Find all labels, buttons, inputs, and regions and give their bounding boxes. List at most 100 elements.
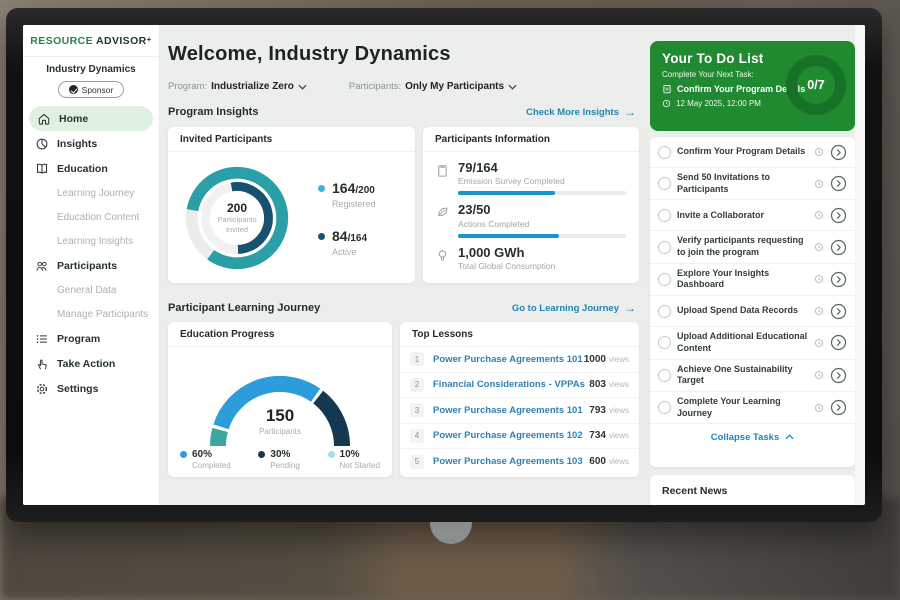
checkbox-icon[interactable] [658, 241, 671, 254]
invited-participants-donut: 200 Participants Invited [178, 159, 296, 277]
clipboard-icon [435, 163, 450, 178]
sidebar-item-participants[interactable]: Participants [23, 253, 159, 278]
sidebar-item-learning-insights[interactable]: Learning Insights [23, 229, 159, 253]
participants-icon [35, 259, 49, 273]
organization-name: Industry Dynamics [23, 64, 159, 75]
sidebar-item-take-action[interactable]: Take Action [23, 351, 159, 376]
stat-actions-completed: 23/50 Actions Completed [435, 203, 627, 237]
todo-list: Confirm Your Program Details Send 50 Inv… [650, 137, 855, 450]
chevron-right-icon[interactable] [830, 303, 847, 320]
lesson-link[interactable]: Power Purchase Agreements 102 [433, 430, 589, 441]
gauge-center-label: Participants [190, 427, 370, 436]
lesson-rank: 2 [410, 378, 424, 392]
clock-icon [814, 147, 824, 157]
chevron-right-icon[interactable] [830, 399, 847, 416]
program-insights-header: Program Insights Check More Insights → [168, 105, 636, 119]
donut-legend: 164/200 Registered 84/164 Active [318, 181, 376, 257]
chevron-right-icon[interactable] [830, 207, 847, 224]
chevron-up-icon [785, 434, 794, 440]
todo-item[interactable]: Upload Spend Data Records [650, 296, 855, 327]
scroll-area[interactable] [855, 25, 865, 505]
learning-journey-header: Participant Learning Journey Go to Learn… [168, 301, 636, 315]
lesson-row: 5 Power Purchase Agreements 103 600 view… [400, 449, 639, 475]
lesson-rank: 1 [410, 352, 424, 366]
hand-pointer-icon [35, 357, 49, 371]
todo-item[interactable]: Complete Your Learning Journey [650, 392, 855, 424]
participants-select[interactable]: Participants: Only My Participants [349, 81, 517, 92]
lesson-link[interactable]: Financial Considerations - VPPAs [433, 379, 589, 390]
collapse-tasks-link[interactable]: Collapse Tasks [650, 424, 855, 450]
todo-item[interactable]: Confirm Your Program Details [650, 137, 855, 168]
todo-item[interactable]: Explore Your Insights Dashboard [650, 264, 855, 296]
go-to-learning-journey-link[interactable]: Go to Learning Journey → [512, 301, 636, 315]
lesson-rank: 4 [410, 429, 424, 443]
chevron-right-icon[interactable] [830, 334, 847, 351]
recent-news-title: Recent News [650, 475, 855, 497]
gear-icon [35, 382, 49, 396]
lesson-row: 4 Power Purchase Agreements 102 734 view… [400, 424, 639, 450]
todo-list-card: Confirm Your Program Details Send 50 Inv… [650, 137, 855, 467]
sidebar-item-manage-participants[interactable]: Manage Participants [23, 302, 159, 326]
chevron-right-icon[interactable] [830, 239, 847, 256]
sponsor-icon [69, 85, 78, 94]
chevron-down-icon [298, 84, 307, 90]
filters-row: Program: Industrialize Zero Participants… [168, 81, 517, 92]
clock-icon [814, 274, 824, 284]
sidebar-item-program[interactable]: Program [23, 326, 159, 351]
progress-bar [458, 234, 626, 238]
lesson-link[interactable]: Power Purchase Agreements 101 [433, 405, 589, 416]
todo-item[interactable]: Upload Additional Educational Content [650, 327, 855, 359]
lesson-link[interactable]: Power Purchase Agreements 101 [433, 354, 584, 365]
sidebar-item-education[interactable]: Education [23, 156, 159, 181]
clock-icon [814, 242, 824, 252]
completed-dot-icon [180, 451, 187, 458]
lesson-link[interactable]: Power Purchase Agreements 103 [433, 456, 589, 467]
insights-icon [35, 137, 49, 151]
checkbox-icon[interactable] [658, 401, 671, 414]
clock-icon [814, 179, 824, 189]
task-icon [662, 84, 672, 94]
checkbox-icon[interactable] [658, 369, 671, 382]
stat-total-consumption: 1,000 GWh Total Global Consumption [435, 246, 627, 271]
donut-center-value: 200 [227, 201, 247, 215]
sidebar-item-insights[interactable]: Insights [23, 131, 159, 156]
progress-bar [458, 191, 626, 195]
todo-item[interactable]: Verify participants requesting to join t… [650, 231, 855, 263]
clock-icon [814, 306, 824, 316]
sidebar-item-home[interactable]: Home [29, 106, 153, 131]
chevron-down-icon [508, 84, 517, 90]
sidebar-item-education-content[interactable]: Education Content [23, 205, 159, 229]
logo-advisor: ADVISOR+ [96, 35, 152, 47]
card-title: Participants Information [423, 127, 639, 152]
legend-active: 84/164 Active [318, 229, 376, 257]
checkbox-icon[interactable] [658, 273, 671, 286]
todo-progress-ring: 0/7 [786, 55, 846, 115]
pending-dot-icon [258, 451, 265, 458]
sidebar-item-learning-journey[interactable]: Learning Journey [23, 181, 159, 205]
todo-item[interactable]: Achieve One Sustainability Target [650, 360, 855, 392]
clock-icon [814, 403, 824, 413]
monitor-bezel: RESOURCE ADVISOR+ Industry Dynamics Spon… [6, 8, 882, 522]
page-title: Welcome, Industry Dynamics [168, 43, 451, 66]
checkbox-icon[interactable] [658, 336, 671, 349]
gauge-center-value: 150 [190, 406, 370, 426]
checkbox-icon[interactable] [658, 305, 671, 318]
sidebar-item-settings[interactable]: Settings [23, 376, 159, 401]
check-more-insights-link[interactable]: Check More Insights → [526, 105, 636, 119]
checkbox-icon[interactable] [658, 177, 671, 190]
checkbox-icon[interactable] [658, 209, 671, 222]
chevron-right-icon[interactable] [830, 271, 847, 288]
lesson-rank: 5 [410, 455, 424, 469]
program-select[interactable]: Program: Industrialize Zero [168, 81, 307, 92]
checkbox-icon[interactable] [658, 146, 671, 159]
sidebar-item-general-data[interactable]: General Data [23, 278, 159, 302]
chevron-right-icon[interactable] [830, 175, 847, 192]
registered-dot-icon [318, 185, 325, 192]
todo-item[interactable]: Send 50 Invitations to Participants [650, 168, 855, 200]
chevron-right-icon[interactable] [830, 367, 847, 384]
legend-pending: 30%Pending [258, 449, 299, 470]
todo-item[interactable]: Invite a Collaborator [650, 200, 855, 231]
chevron-right-icon[interactable] [830, 144, 847, 161]
list-icon [35, 332, 49, 346]
clock-icon [814, 338, 824, 348]
